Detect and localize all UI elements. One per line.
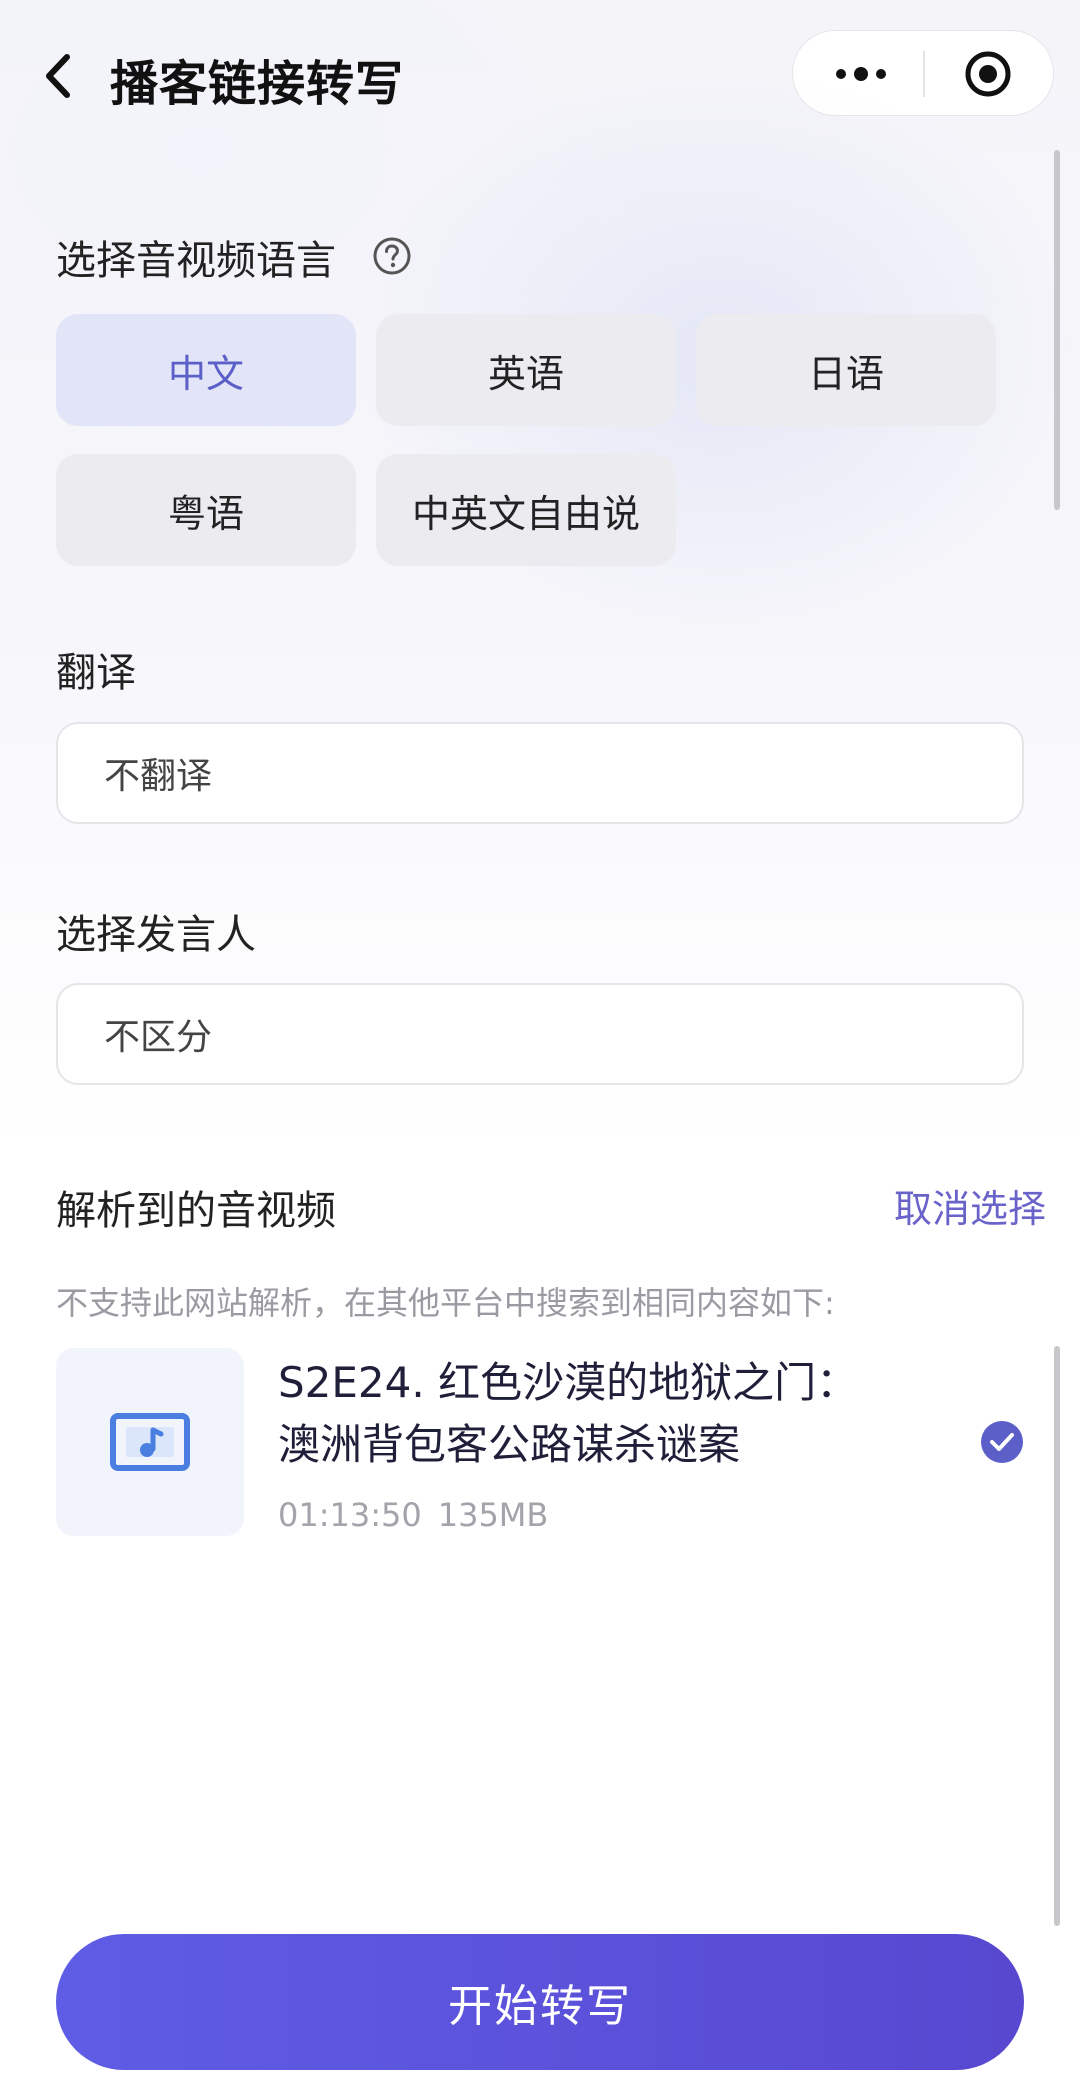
media-title[interactable]: S2E24. 红色沙漠的地狱之门：澳洲背包客公路谋杀谜案	[278, 1352, 898, 1476]
speaker-value: 不区分	[104, 1017, 213, 1058]
translate-select[interactable]: 不翻译	[56, 722, 1024, 824]
check-circle-icon[interactable]	[980, 1420, 1024, 1464]
speaker-select[interactable]: 不区分	[56, 983, 1024, 1085]
media-section-label: 解析到的音视频	[56, 1188, 336, 1234]
start-transcribe-button[interactable]: 开始转写	[56, 1934, 1024, 2070]
page-title: 播客链接转写	[110, 56, 405, 112]
language-label: 选择音视频语言	[56, 238, 336, 284]
more-dots-icon	[836, 67, 886, 81]
back-button[interactable]	[36, 48, 80, 104]
scrollbar-thumb[interactable]	[1054, 1346, 1060, 1926]
language-option-cantonese[interactable]: 粤语	[56, 454, 356, 566]
translate-label: 翻译	[56, 650, 136, 696]
media-thumbnail	[56, 1348, 244, 1536]
scrollbar[interactable]	[1054, 150, 1060, 1930]
translate-value: 不翻译	[104, 756, 213, 797]
media-meta: 01:13:50 135MB	[278, 1496, 548, 1534]
media-duration: 01:13:50	[278, 1496, 422, 1534]
language-option-english[interactable]: 英语	[376, 314, 676, 426]
close-mini-program-button[interactable]	[963, 49, 1013, 99]
cancel-selection-link[interactable]: 取消选择	[894, 1178, 1046, 1233]
record-target-icon	[965, 51, 1011, 97]
mini-program-capsule	[792, 30, 1054, 116]
chevron-left-icon	[46, 54, 70, 98]
question-circle-icon[interactable]	[372, 236, 412, 276]
parse-hint: 不支持此网站解析，在其他平台中搜索到相同内容如下:	[56, 1284, 835, 1322]
language-option-chinese[interactable]: 中文	[56, 314, 356, 426]
language-option-japanese[interactable]: 日语	[696, 314, 996, 426]
top-bar: 播客链接转写	[0, 0, 1080, 150]
more-button[interactable]	[831, 52, 891, 96]
media-size: 135MB	[437, 1496, 549, 1534]
background-gradient	[0, 0, 1080, 1150]
language-option-mixed[interactable]: 中英文自由说	[376, 454, 676, 566]
capsule-divider	[923, 51, 925, 97]
speaker-label: 选择发言人	[56, 912, 256, 958]
music-file-icon	[110, 1413, 190, 1471]
scrollbar-top-thumb	[1054, 150, 1060, 510]
